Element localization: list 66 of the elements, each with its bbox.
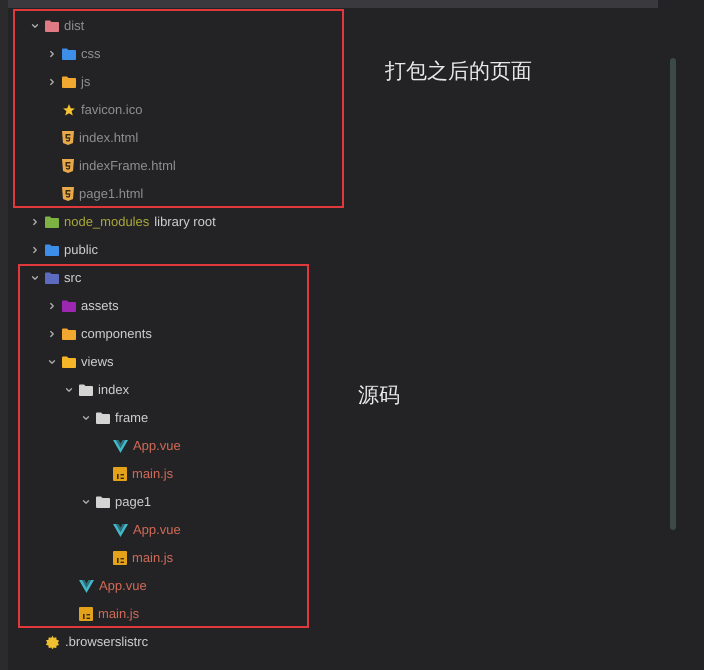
tree-item-label: js [81, 73, 90, 92]
tree-row[interactable]: main.js [64, 600, 140, 628]
star-icon [62, 103, 76, 117]
tree-row[interactable]: index [64, 376, 130, 404]
tree-row[interactable]: js [47, 68, 90, 96]
html-file-icon [62, 159, 74, 173]
tree-item-label: views [81, 353, 114, 372]
chevron-right-icon[interactable] [47, 76, 57, 88]
tree-item-label: page1 [115, 493, 152, 512]
tree-item-note: library root [154, 213, 216, 232]
tree-item-label: index.html [79, 129, 138, 148]
tree-item-label: App.vue [133, 521, 181, 540]
tree-row[interactable]: public [30, 236, 98, 264]
chevron-right-icon[interactable] [47, 328, 57, 340]
chevron-right-icon[interactable] [30, 216, 40, 228]
tree-row[interactable]: components [47, 320, 152, 348]
tree-row[interactable]: App.vue [64, 572, 147, 600]
gear-icon [45, 634, 60, 650]
js-file-icon [113, 551, 127, 565]
tree-row[interactable]: main.js [98, 544, 174, 572]
tree-row[interactable]: App.vue [98, 516, 181, 544]
vue-file-icon [113, 524, 128, 536]
tree-row[interactable]: assets [47, 292, 119, 320]
tree-item-label: node_modules [64, 213, 150, 232]
tree-row[interactable]: src [30, 264, 82, 292]
vue-file-icon [79, 580, 94, 592]
tree-item-label: App.vue [99, 577, 147, 596]
tree-row[interactable]: page1.html [47, 180, 144, 208]
html-file-icon [62, 131, 74, 145]
chevron-right-icon[interactable] [30, 244, 40, 256]
tree-row[interactable]: indexFrame.html [47, 152, 176, 180]
tree-item-label: favicon.ico [81, 101, 142, 120]
tree-item-label: css [81, 45, 100, 64]
tree-row[interactable]: favicon.ico [47, 96, 142, 124]
chevron-right-icon[interactable] [47, 48, 57, 60]
tree-item-label: indexFrame.html [79, 157, 176, 176]
tree-row[interactable]: App.vue [98, 432, 181, 460]
vue-file-icon [113, 440, 128, 452]
tree-row[interactable]: css [47, 40, 100, 68]
tree-row[interactable]: page1 [81, 488, 152, 516]
tree-row[interactable]: index.html [47, 124, 138, 152]
tree-row[interactable]: node_modules library root [30, 208, 216, 236]
html-file-icon [62, 187, 74, 201]
tree-item-label: assets [81, 297, 119, 316]
tree-row[interactable]: main.js [98, 460, 174, 488]
tree-item-label: main.js [132, 549, 174, 568]
tree-item-label: frame [115, 409, 148, 428]
tree-item-label: main.js [132, 465, 174, 484]
annotation-text: 源码 [358, 382, 400, 409]
tree-item-label: page1.html [79, 185, 144, 204]
tree-row[interactable]: views [47, 348, 114, 376]
tree-item-label: public [64, 241, 98, 260]
tree-item-label: index [98, 381, 130, 400]
tree-item-label: dist [64, 17, 84, 36]
tree-row[interactable]: dist [30, 12, 84, 40]
tree-row[interactable]: .browserslistrc [30, 628, 148, 656]
tree-item-label: App.vue [133, 437, 181, 456]
tree-item-label: .browserslistrc [65, 633, 148, 652]
tree-item-label: src [64, 269, 82, 288]
tree-row[interactable]: frame [81, 404, 148, 432]
js-file-icon [113, 467, 127, 481]
tree-item-label: components [81, 325, 152, 344]
annotation-text: 打包之后的页面 [385, 58, 532, 85]
chevron-right-icon[interactable] [47, 300, 57, 312]
tree-item-label: main.js [98, 605, 140, 624]
js-file-icon [79, 607, 93, 621]
